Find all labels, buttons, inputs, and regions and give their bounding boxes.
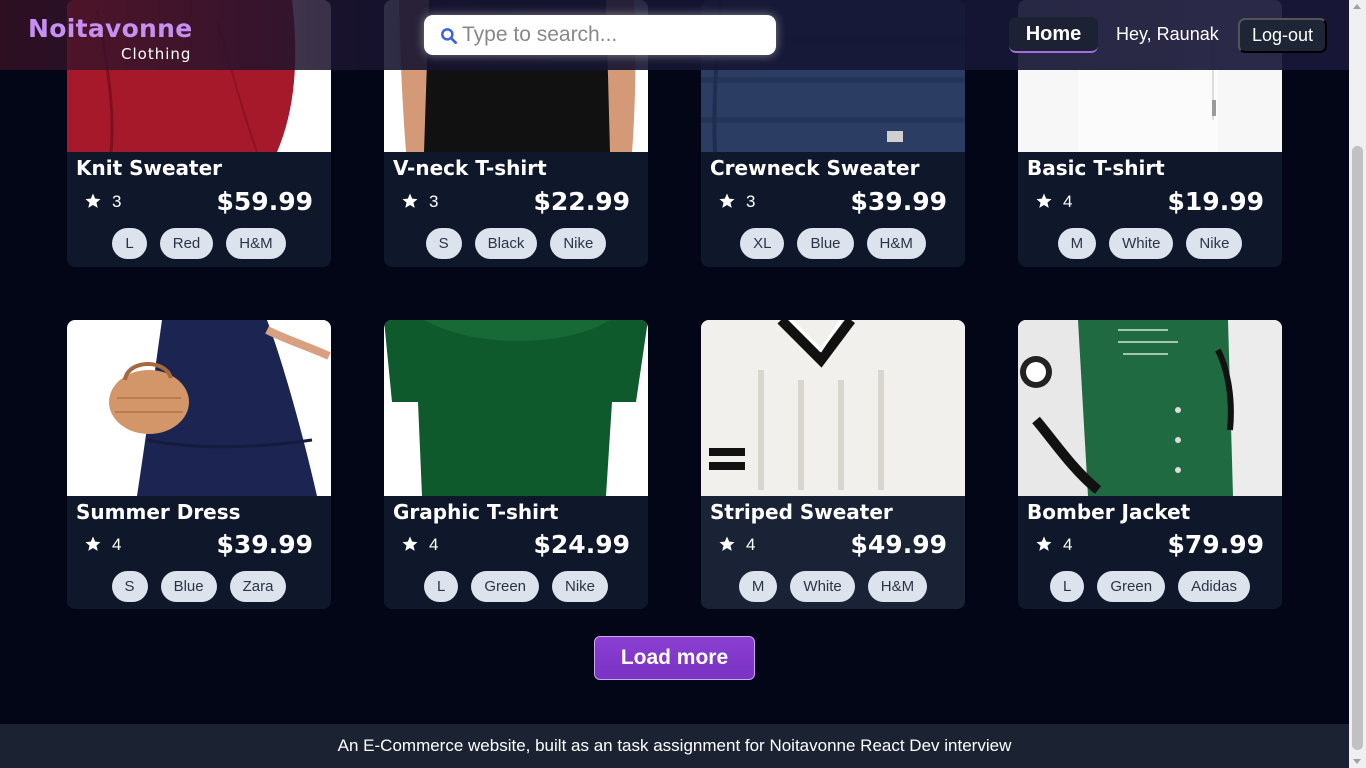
size-tag[interactable]: L <box>1050 571 1085 602</box>
product-price: $19.99 <box>1167 187 1264 216</box>
size-tag[interactable]: S <box>111 571 148 602</box>
product-price: $39.99 <box>216 530 313 559</box>
product-name[interactable]: Summer Dress <box>76 500 241 524</box>
logout-button[interactable]: Log-out <box>1238 18 1327 53</box>
product-price: $49.99 <box>850 530 947 559</box>
product-card-summer-dress[interactable]: Summer Dress 4 $39.99 S Blue Zara <box>67 320 331 609</box>
product-name[interactable]: Graphic T-shirt <box>393 500 558 524</box>
product-card-bomber-jacket[interactable]: Bomber Jacket 4 $79.99 L Green Adidas <box>1018 320 1282 609</box>
size-tag[interactable]: L <box>112 228 147 259</box>
product-name[interactable]: Knit Sweater <box>76 156 222 180</box>
product-price: $22.99 <box>533 187 630 216</box>
search-icon <box>441 28 457 45</box>
color-tag[interactable]: Red <box>159 228 214 259</box>
product-name[interactable]: Crewneck Sweater <box>710 156 919 180</box>
load-more-button[interactable]: Load more <box>594 636 755 680</box>
product-price: $39.99 <box>850 187 947 216</box>
brand-tag[interactable]: Nike <box>552 571 609 602</box>
footer: An E-Commerce website, built as an task … <box>0 724 1349 768</box>
search-bar[interactable] <box>424 15 776 55</box>
color-tag[interactable]: Black <box>474 228 538 259</box>
product-tags: M White H&M <box>701 571 965 602</box>
product-rating: 4 <box>746 535 756 554</box>
color-tag[interactable]: Blue <box>797 228 854 259</box>
product-price: $79.99 <box>1167 530 1264 559</box>
brand-logo[interactable]: Noitavonne Clothing <box>28 14 198 64</box>
scroll-down-arrow-icon[interactable] <box>1353 759 1361 764</box>
size-tag[interactable]: XL <box>740 228 785 259</box>
product-rating: 3 <box>746 192 756 211</box>
color-tag[interactable]: White <box>1109 228 1174 259</box>
product-tags: S Black Nike <box>384 228 648 259</box>
size-tag[interactable]: M <box>1057 228 1097 259</box>
product-image[interactable] <box>384 320 648 496</box>
product-price: $24.99 <box>533 530 630 559</box>
product-name[interactable]: Striped Sweater <box>710 500 893 524</box>
brand-tag[interactable]: Adidas <box>1178 571 1250 602</box>
brand-subtitle: Clothing <box>121 45 192 63</box>
size-tag[interactable]: S <box>425 228 462 259</box>
product-tags: L Red H&M <box>67 228 331 259</box>
user-greeting: Hey, Raunak <box>1116 24 1219 44</box>
star-icon <box>1036 536 1052 551</box>
brand-tag[interactable]: H&M <box>226 228 286 259</box>
footer-text: An E-Commerce website, built as an task … <box>337 736 1012 755</box>
product-tags: M White Nike <box>1018 228 1282 259</box>
product-rating: 4 <box>112 535 122 554</box>
product-card-striped-sweater[interactable]: Striped Sweater 4 $49.99 M White H&M <box>701 320 965 609</box>
star-icon <box>402 536 418 551</box>
nav-home-link[interactable]: Home <box>1009 17 1098 53</box>
top-navbar: Noitavonne Clothing Home Hey, Raunak Log… <box>0 0 1349 70</box>
scroll-up-arrow-icon[interactable] <box>1353 4 1361 9</box>
page-scrollbar[interactable] <box>1349 0 1366 768</box>
product-image[interactable] <box>1018 320 1282 496</box>
product-image[interactable] <box>67 320 331 496</box>
color-tag[interactable]: White <box>790 571 855 602</box>
product-price: $59.99 <box>216 187 313 216</box>
product-card-graphic-t-shirt[interactable]: Graphic T-shirt 4 $24.99 L Green Nike <box>384 320 648 609</box>
star-icon <box>85 193 101 208</box>
star-icon <box>719 536 735 551</box>
star-icon <box>85 536 101 551</box>
brand-tag[interactable]: H&M <box>867 571 928 602</box>
product-rating: 4 <box>1063 535 1073 554</box>
product-name[interactable]: Bomber Jacket <box>1027 500 1190 524</box>
star-icon <box>402 193 418 208</box>
product-rating: 4 <box>1063 192 1073 211</box>
star-icon <box>1036 193 1052 208</box>
size-tag[interactable]: M <box>738 571 778 602</box>
product-tags: S Blue Zara <box>67 571 331 602</box>
brand-tag[interactable]: Zara <box>229 571 287 602</box>
star-icon <box>719 193 735 208</box>
product-name[interactable]: V-neck T-shirt <box>393 156 547 180</box>
product-name[interactable]: Basic T-shirt <box>1027 156 1165 180</box>
product-tags: L Green Adidas <box>1018 571 1282 602</box>
product-rating: 3 <box>429 192 439 211</box>
color-tag[interactable]: Green <box>1097 571 1166 602</box>
product-tags: L Green Nike <box>384 571 648 602</box>
size-tag[interactable]: L <box>423 571 459 602</box>
search-input[interactable] <box>462 15 762 55</box>
product-rating: 4 <box>429 535 439 554</box>
scrollbar-thumb[interactable] <box>1352 146 1363 750</box>
color-tag[interactable]: Blue <box>160 571 217 602</box>
product-image[interactable] <box>701 320 965 496</box>
brand-tag[interactable]: Nike <box>550 228 607 259</box>
brand-tag[interactable]: H&M <box>866 228 926 259</box>
color-tag[interactable]: Green <box>471 571 540 602</box>
brand-name: Noitavonne <box>28 14 193 43</box>
product-tags: XL Blue H&M <box>701 228 965 259</box>
brand-tag[interactable]: Nike <box>1186 228 1243 259</box>
product-rating: 3 <box>112 192 122 211</box>
